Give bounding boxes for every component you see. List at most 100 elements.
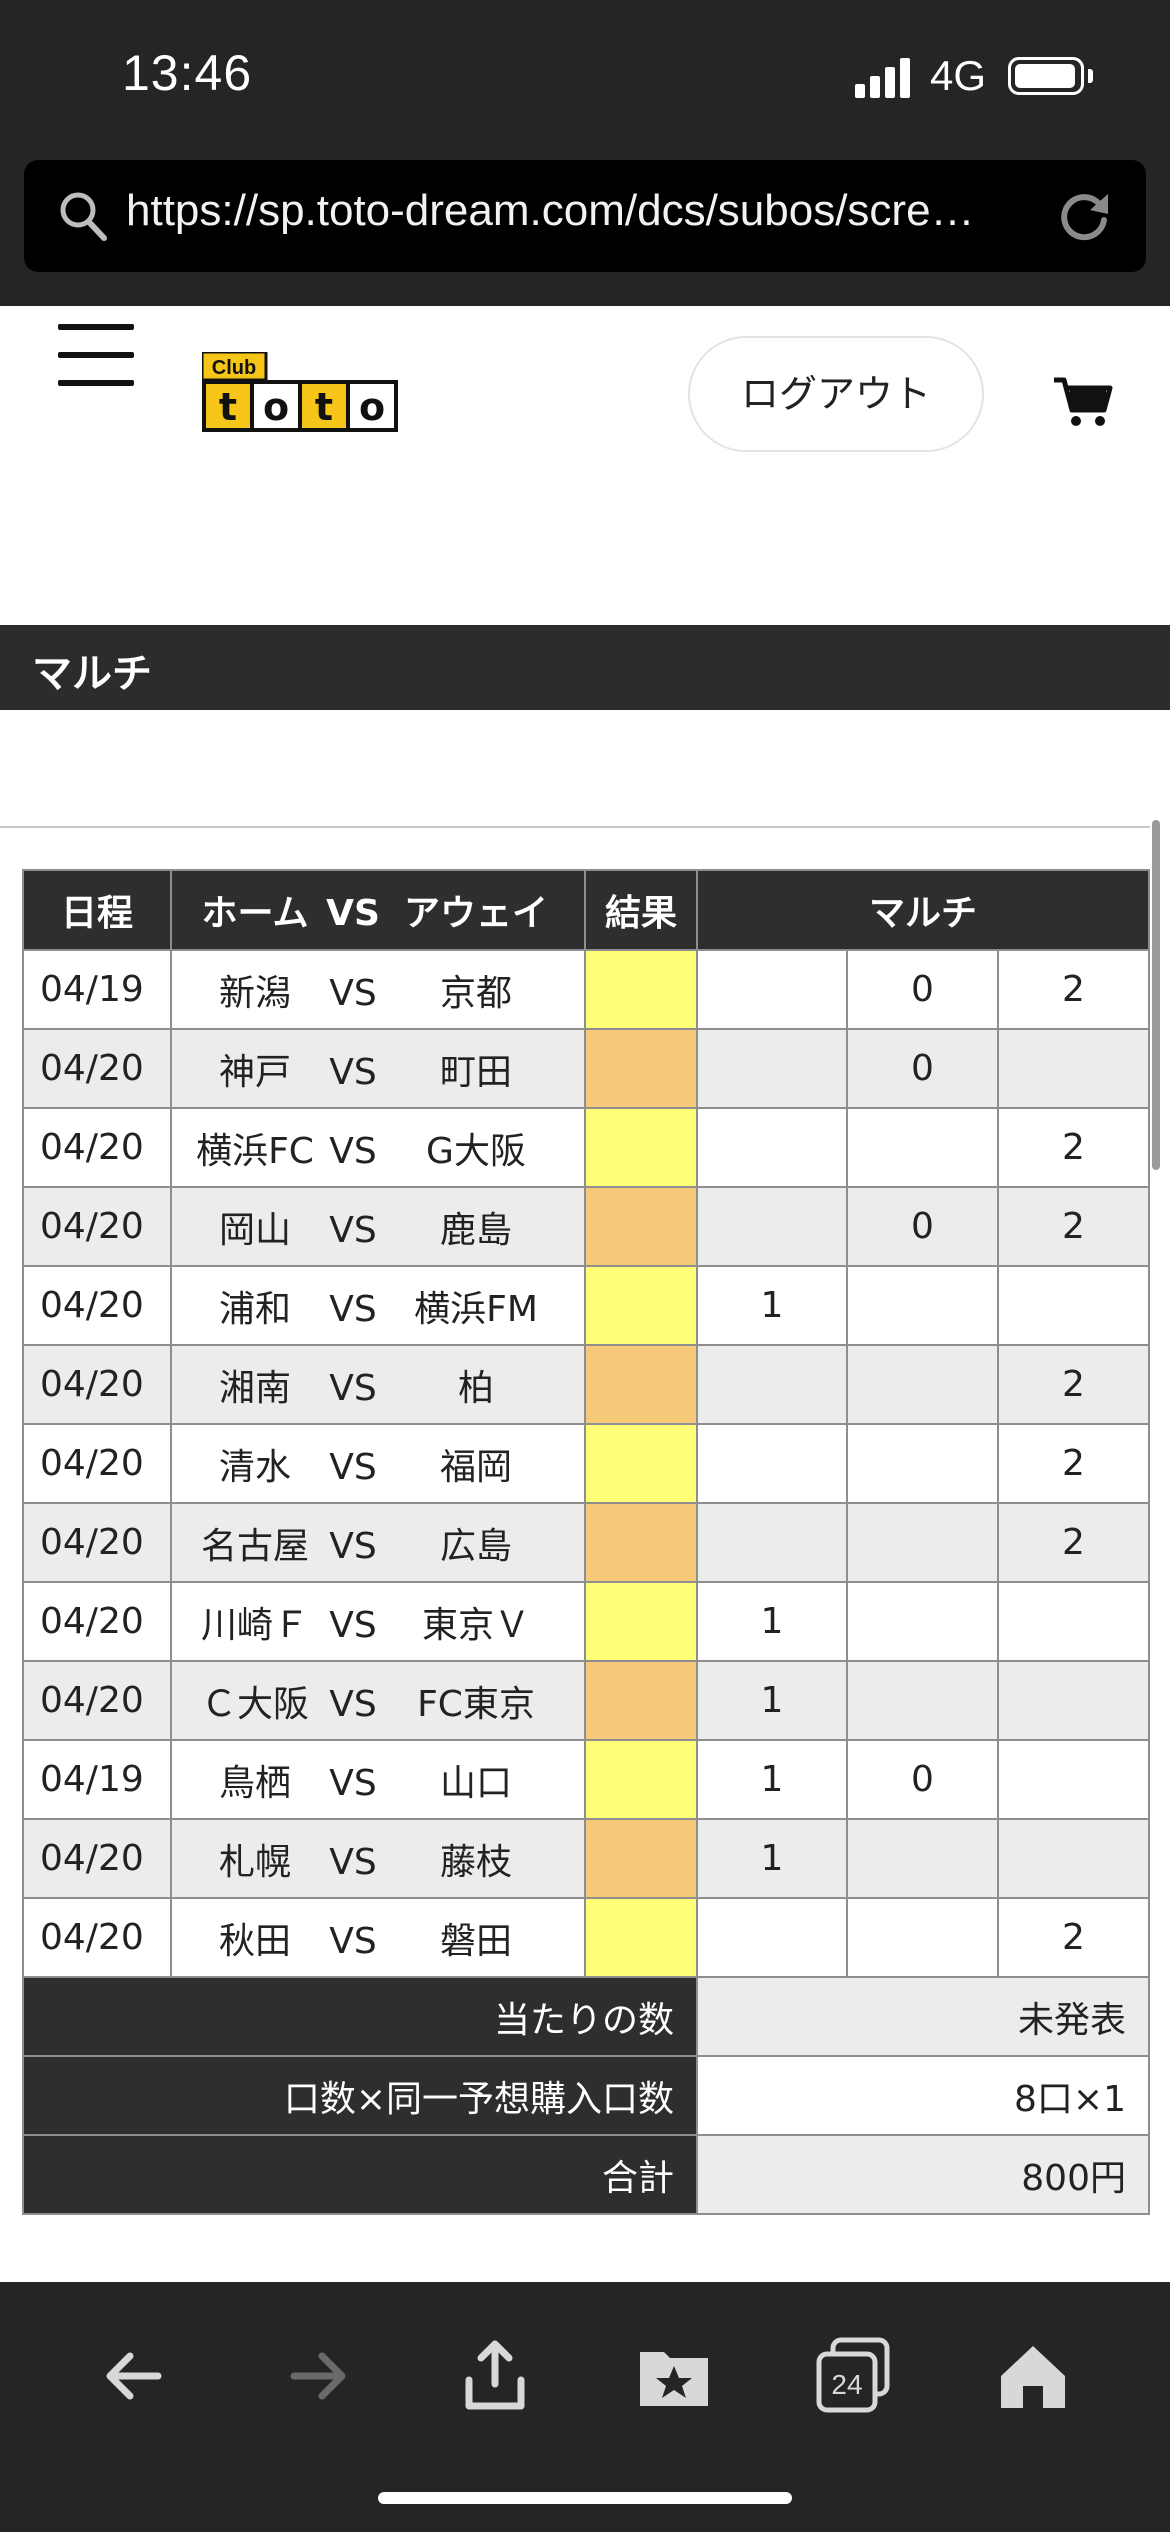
header-match: ホーム VS アウェイ bbox=[170, 869, 586, 951]
match-date: 04/20 bbox=[22, 1502, 172, 1583]
away-team: 横浜FM bbox=[414, 1288, 538, 1330]
scrollbar[interactable] bbox=[1152, 820, 1160, 1170]
svg-text:t: t bbox=[219, 385, 237, 429]
multi-pick-1 bbox=[696, 1107, 848, 1188]
vs-label: VS bbox=[329, 1525, 377, 1567]
header-away: アウェイ bbox=[403, 893, 548, 934]
status-bar: 13:46 4G bbox=[0, 0, 1170, 160]
multi-pick-2 bbox=[997, 1739, 1150, 1820]
url-text[interactable]: https://sp.toto-dream.com/dcs/subos/scre… bbox=[126, 186, 1056, 236]
multi-pick-0 bbox=[846, 1897, 999, 1978]
units-label: 口数×同一予想購入口数 bbox=[22, 2055, 698, 2136]
away-team: 山口 bbox=[439, 1762, 512, 1804]
table-row: 04/19 新潟 VS 京都 0 2 bbox=[22, 949, 1150, 1030]
match-date: 04/20 bbox=[22, 1265, 172, 1346]
logout-button[interactable]: ログアウト bbox=[688, 336, 984, 452]
result-cell bbox=[584, 1660, 698, 1741]
multi-pick-0 bbox=[846, 1107, 999, 1188]
match-cell: 横浜FC VS G大阪 bbox=[170, 1107, 586, 1188]
total-value: 800円 bbox=[696, 2134, 1150, 2215]
multi-table: 日程 ホーム VS アウェイ 結果 マルチ 04/19 新潟 VS 京都 0 2 04/20 神戸… bbox=[22, 869, 1150, 2215]
tabs-icon[interactable]: 24 bbox=[813, 2336, 893, 2416]
home-team: 湘南 bbox=[218, 1367, 291, 1409]
svg-text:Club: Club bbox=[212, 357, 256, 379]
multi-pick-2 bbox=[997, 1818, 1150, 1899]
share-icon[interactable] bbox=[455, 2336, 535, 2416]
vs-label: VS bbox=[329, 1288, 377, 1330]
bookmarks-icon[interactable] bbox=[634, 2336, 714, 2416]
match-cell: 新潟 VS 京都 bbox=[170, 949, 586, 1030]
header-home: ホーム bbox=[201, 893, 309, 934]
result-cell bbox=[584, 1739, 698, 1820]
multi-pick-0 bbox=[846, 1265, 999, 1346]
match-date: 04/20 bbox=[22, 1028, 172, 1109]
header-result: 結果 bbox=[584, 869, 698, 951]
match-cell: 鳥栖 VS 山口 bbox=[170, 1739, 586, 1820]
hits-value: 未発表 bbox=[696, 1976, 1150, 2057]
vs-label: VS bbox=[329, 1920, 377, 1962]
match-date: 04/20 bbox=[22, 1581, 172, 1662]
away-team: FC東京 bbox=[417, 1683, 535, 1725]
multi-pick-0: 0 bbox=[846, 949, 999, 1030]
result-cell bbox=[584, 1897, 698, 1978]
battery-icon bbox=[1008, 57, 1084, 95]
result-cell bbox=[584, 1818, 698, 1899]
match-date: 04/20 bbox=[22, 1660, 172, 1741]
battery-nub bbox=[1088, 69, 1093, 83]
result-cell bbox=[584, 1581, 698, 1662]
result-cell bbox=[584, 1028, 698, 1109]
club-toto-logo[interactable]: Club t o t o bbox=[202, 352, 398, 434]
vs-label: VS bbox=[329, 1446, 377, 1488]
cart-icon[interactable] bbox=[1052, 374, 1114, 430]
home-icon[interactable] bbox=[993, 2336, 1073, 2416]
summary-row-hits: 当たりの数 未発表 bbox=[22, 1976, 1150, 2057]
header-vs: VS bbox=[326, 893, 380, 934]
multi-pick-2: 2 bbox=[997, 1897, 1150, 1978]
forward-icon[interactable] bbox=[276, 2336, 356, 2416]
result-cell bbox=[584, 1502, 698, 1583]
hamburger-icon[interactable] bbox=[58, 322, 134, 386]
multi-pick-1 bbox=[696, 1897, 848, 1978]
match-date: 04/20 bbox=[22, 1897, 172, 1978]
home-team: 秋田 bbox=[218, 1920, 291, 1962]
multi-pick-0: 0 bbox=[846, 1186, 999, 1267]
match-date: 04/20 bbox=[22, 1344, 172, 1425]
address-bar[interactable]: https://sp.toto-dream.com/dcs/subos/scre… bbox=[24, 160, 1146, 272]
multi-pick-1 bbox=[696, 1423, 848, 1504]
match-date: 04/19 bbox=[22, 1739, 172, 1820]
status-time: 13:46 bbox=[122, 45, 253, 101]
match-cell: 川崎Ｆ VS 東京Ｖ bbox=[170, 1581, 586, 1662]
browser-url-area: https://sp.toto-dream.com/dcs/subos/scre… bbox=[0, 160, 1170, 306]
table-row: 04/19 鳥栖 VS 山口 1 0 bbox=[22, 1739, 1150, 1820]
multi-pick-0 bbox=[846, 1502, 999, 1583]
multi-pick-1: 1 bbox=[696, 1818, 848, 1899]
multi-pick-2: 2 bbox=[997, 1186, 1150, 1267]
result-cell bbox=[584, 1265, 698, 1346]
header-multi: マルチ bbox=[696, 869, 1150, 951]
result-cell bbox=[584, 1344, 698, 1425]
table-header-row: 日程 ホーム VS アウェイ 結果 マルチ bbox=[22, 869, 1150, 951]
multi-pick-2: 2 bbox=[997, 1107, 1150, 1188]
vs-label: VS bbox=[329, 1683, 377, 1725]
table-body: 04/19 新潟 VS 京都 0 2 04/20 神戸 VS 町田 0 04/20 横浜FC VS G大阪 2… bbox=[22, 949, 1150, 1978]
home-team: 名古屋 bbox=[200, 1525, 309, 1567]
back-icon[interactable] bbox=[96, 2336, 176, 2416]
table-row: 04/20 名古屋 VS 広島 2 bbox=[22, 1502, 1150, 1583]
table-row: 04/20 秋田 VS 磐田 2 bbox=[22, 1897, 1150, 1978]
match-cell: 浦和 VS 横浜FM bbox=[170, 1265, 586, 1346]
svg-text:o: o bbox=[263, 385, 289, 429]
home-team: 神戸 bbox=[218, 1051, 291, 1093]
reload-icon[interactable] bbox=[1056, 188, 1112, 244]
match-date: 04/20 bbox=[22, 1186, 172, 1267]
match-cell: Ｃ大阪 VS FC東京 bbox=[170, 1660, 586, 1741]
match-cell: 湘南 VS 柏 bbox=[170, 1344, 586, 1425]
match-date: 04/20 bbox=[22, 1423, 172, 1504]
network-type: 4G bbox=[930, 52, 987, 99]
multi-pick-2 bbox=[997, 1660, 1150, 1741]
multi-pick-1 bbox=[696, 1028, 848, 1109]
home-team: 札幌 bbox=[218, 1841, 291, 1883]
divider bbox=[0, 826, 1150, 828]
vs-label: VS bbox=[329, 1209, 377, 1251]
signal-icon bbox=[855, 58, 915, 98]
table-row: 04/20 湘南 VS 柏 2 bbox=[22, 1344, 1150, 1425]
